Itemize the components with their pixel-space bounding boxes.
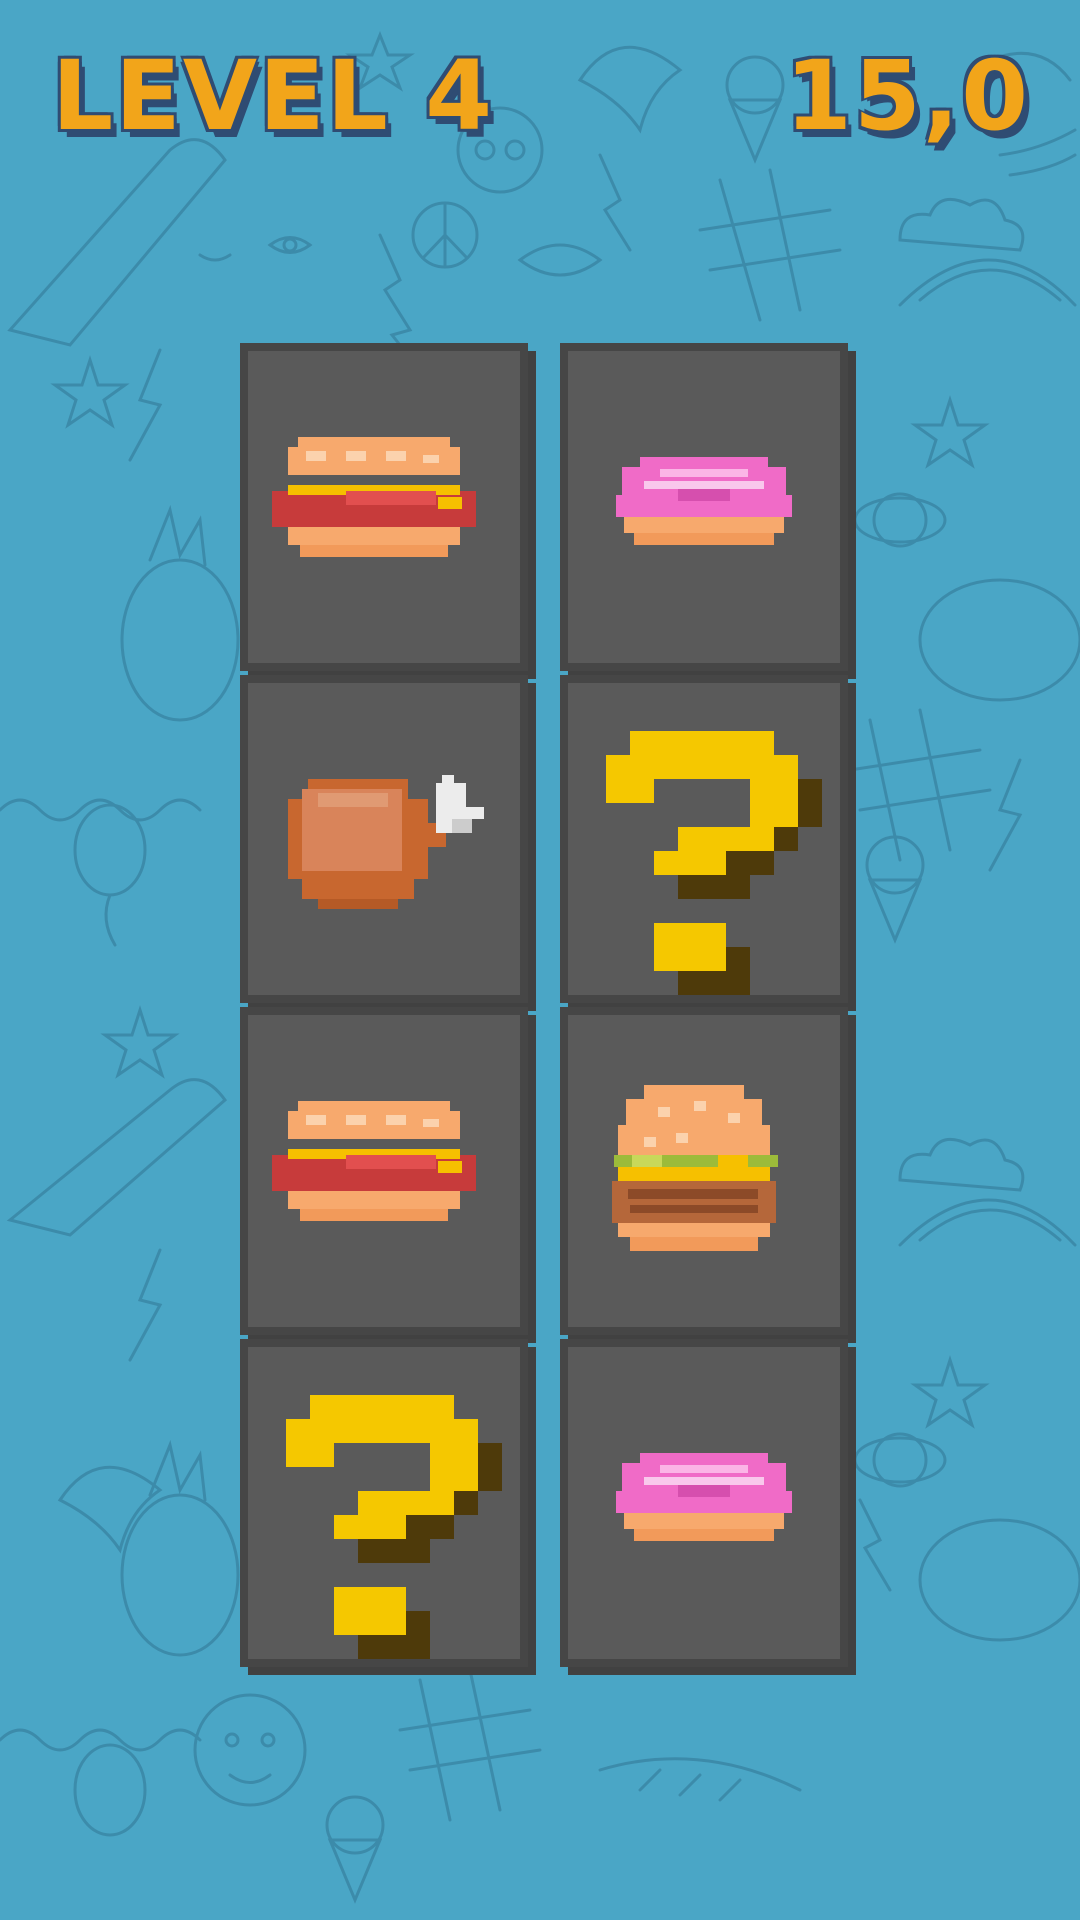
hotdog-icon	[272, 437, 476, 557]
chicken-drumstick-icon	[288, 775, 484, 909]
memory-card-r4c1[interactable]	[240, 1339, 528, 1667]
donut-icon	[616, 457, 792, 545]
hotdog-icon	[272, 1101, 476, 1221]
question-mark-icon	[606, 731, 822, 995]
memory-card-r3c1[interactable]	[240, 1007, 528, 1335]
timer-display: 15,0	[785, 40, 1030, 152]
memory-card-r1c2[interactable]	[560, 343, 848, 671]
level-title: LEVEL 4	[52, 40, 495, 152]
memory-card-r3c2[interactable]	[560, 1007, 848, 1335]
donut-icon	[616, 1453, 792, 1541]
memory-card-r2c1[interactable]	[240, 675, 528, 1003]
memory-card-r2c2[interactable]	[560, 675, 848, 1003]
doodle-background	[0, 0, 1080, 1920]
question-mark-icon	[286, 1395, 502, 1659]
burger-icon	[612, 1085, 778, 1251]
memory-card-r4c2[interactable]	[560, 1339, 848, 1667]
memory-card-r1c1[interactable]	[240, 343, 528, 671]
